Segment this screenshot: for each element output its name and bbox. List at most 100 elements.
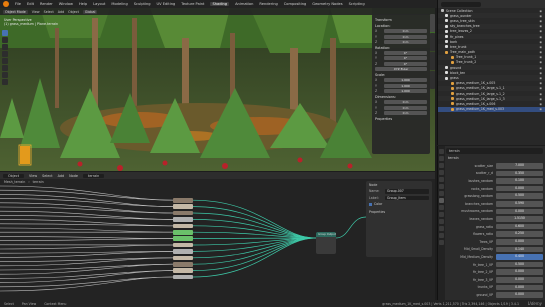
select-tool-icon[interactable] (2, 30, 8, 36)
eye-icon[interactable]: ◉ (539, 86, 542, 90)
section-node[interactable]: Node (369, 183, 429, 187)
dimensions-y-field[interactable]: 0 m (384, 105, 427, 110)
menu-add[interactable]: Add (58, 10, 64, 14)
menu-edit[interactable]: Edit (27, 2, 34, 6)
cursor-tool-icon[interactable] (2, 37, 8, 43)
group-input-node[interactable] (173, 217, 193, 222)
tab-view[interactable] (430, 52, 435, 70)
group-output-node[interactable]: Group Output (316, 232, 336, 254)
eye-icon[interactable]: ◉ (539, 29, 542, 33)
outliner-row[interactable]: grass_medium_1K_med_s.003 ◉ (438, 106, 545, 112)
3d-viewport[interactable]: Object Mode View Select Add Object Globa… (0, 8, 435, 171)
input-value-field[interactable]: 0.000 (496, 238, 543, 245)
eye-icon[interactable]: ◉ (539, 107, 542, 111)
group-input-node[interactable] (173, 236, 193, 241)
group-input-node[interactable] (173, 210, 193, 216)
eye-icon[interactable]: ◉ (539, 35, 542, 39)
tab-shading[interactable]: Shading (210, 2, 230, 6)
scale-tool-icon[interactable] (2, 58, 8, 64)
eye-icon[interactable]: ◉ (539, 9, 542, 13)
group-input-node[interactable] (173, 204, 193, 209)
rotation-y-field[interactable]: 0° (384, 56, 427, 61)
render-tab-icon[interactable] (439, 156, 444, 161)
section-properties[interactable]: Properties (369, 210, 385, 214)
dimensions-x-field[interactable]: 0 m (384, 100, 427, 105)
input-value-field[interactable]: 0.250 (496, 231, 543, 237)
blender-logo-icon[interactable] (3, 1, 9, 7)
section-transform[interactable]: Transform (375, 18, 427, 22)
tab-sculpting[interactable]: Sculpting (134, 2, 151, 6)
modifier-tab-icon[interactable] (439, 198, 444, 203)
tab-rendering[interactable]: Rendering (259, 2, 277, 6)
location-z-field[interactable]: 0 m (384, 39, 427, 44)
texture-tab-icon[interactable] (439, 240, 444, 245)
tab-animation[interactable]: Animation (235, 2, 253, 6)
tab-tool[interactable] (430, 33, 435, 51)
world-tab-icon[interactable] (439, 184, 444, 189)
input-value-field[interactable]: 0.500 (496, 193, 543, 199)
menu-file[interactable]: File (15, 2, 21, 6)
physics-tab-icon[interactable] (439, 212, 444, 217)
eye-icon[interactable]: ◉ (539, 14, 542, 18)
location-x-field[interactable]: 0 m (384, 29, 427, 34)
group-input-node[interactable] (173, 268, 193, 273)
input-value-field[interactable]: 0.000 (496, 208, 543, 215)
menu-help[interactable]: Help (79, 2, 87, 6)
input-value-field[interactable]: 0.000 (496, 292, 543, 298)
color-checkbox[interactable] (369, 202, 372, 206)
group-input-node[interactable] (173, 223, 193, 229)
input-value-field[interactable]: 0.140 (496, 246, 543, 253)
input-value-field[interactable]: 0.000 (496, 185, 543, 192)
input-value-field[interactable]: 0.000 (496, 276, 543, 283)
tab-uv-editing[interactable]: UV Editing (157, 2, 176, 6)
tab-addon[interactable] (430, 71, 435, 89)
move-tool-icon[interactable] (2, 44, 8, 50)
input-value-field[interactable]: 0.000 (496, 269, 543, 275)
input-value-field[interactable]: 1.5150 (496, 216, 543, 222)
group-input-node[interactable] (173, 242, 193, 248)
measure-tool-icon[interactable] (2, 79, 8, 85)
tab-modeling[interactable]: Modeling (111, 2, 127, 6)
group-input-node[interactable] (173, 198, 193, 203)
scale-x-field[interactable]: 1.000 (384, 78, 427, 83)
group-input-node[interactable] (173, 274, 193, 280)
menu-view[interactable]: View (32, 10, 40, 14)
menu-window[interactable]: Window (59, 2, 73, 6)
tab-texture-paint[interactable]: Texture Paint (181, 2, 204, 6)
annotate-tool-icon[interactable] (2, 72, 8, 78)
node-label-field[interactable]: Group_Item (385, 195, 429, 200)
scale-z-field[interactable]: 1.000 (384, 88, 427, 93)
menu-render[interactable]: Render (40, 2, 53, 6)
outliner-search-input[interactable] (441, 1, 481, 7)
eye-icon[interactable]: ◉ (539, 45, 542, 49)
input-value-field[interactable]: 0.590 (496, 200, 543, 207)
object-tab-icon[interactable] (439, 191, 444, 196)
rotation-x-field[interactable]: 0° (384, 51, 427, 56)
input-value-field[interactable]: 0.350 (496, 170, 543, 177)
tab-geometry-nodes[interactable]: Geometry Nodes (312, 2, 342, 6)
eye-icon[interactable]: ◉ (539, 24, 542, 28)
section-properties[interactable]: Properties (375, 117, 427, 121)
rotation-mode-select[interactable]: XYZ Euler (375, 67, 427, 72)
eye-icon[interactable]: ◉ (539, 102, 542, 106)
input-value-field[interactable]: 0.400 (496, 254, 543, 260)
tab-scripting[interactable]: Scripting (349, 2, 365, 6)
scale-y-field[interactable]: 1.000 (384, 83, 427, 88)
input-value-field[interactable]: 0.500 (496, 261, 543, 268)
group-input-node[interactable] (173, 255, 193, 261)
view-layer-tab-icon[interactable] (439, 170, 444, 175)
group-input-node[interactable] (173, 262, 193, 267)
rotate-tool-icon[interactable] (2, 51, 8, 57)
eye-icon[interactable]: ◉ (539, 66, 542, 70)
eye-icon[interactable]: ◉ (539, 19, 542, 23)
tab-item[interactable] (430, 14, 435, 32)
mode-selector[interactable]: Object Mode (3, 9, 28, 14)
input-value-field[interactable]: 0.000 (496, 284, 543, 291)
material-tab-icon[interactable] (439, 233, 444, 238)
tab-compositing[interactable]: Compositing (284, 2, 307, 6)
output-tab-icon[interactable] (439, 163, 444, 168)
input-value-field[interactable]: 0.100 (496, 178, 543, 184)
eye-icon[interactable]: ◉ (539, 55, 542, 59)
particles-tab-icon[interactable] (439, 205, 444, 210)
node-name-field[interactable]: Group.007 (385, 189, 429, 194)
